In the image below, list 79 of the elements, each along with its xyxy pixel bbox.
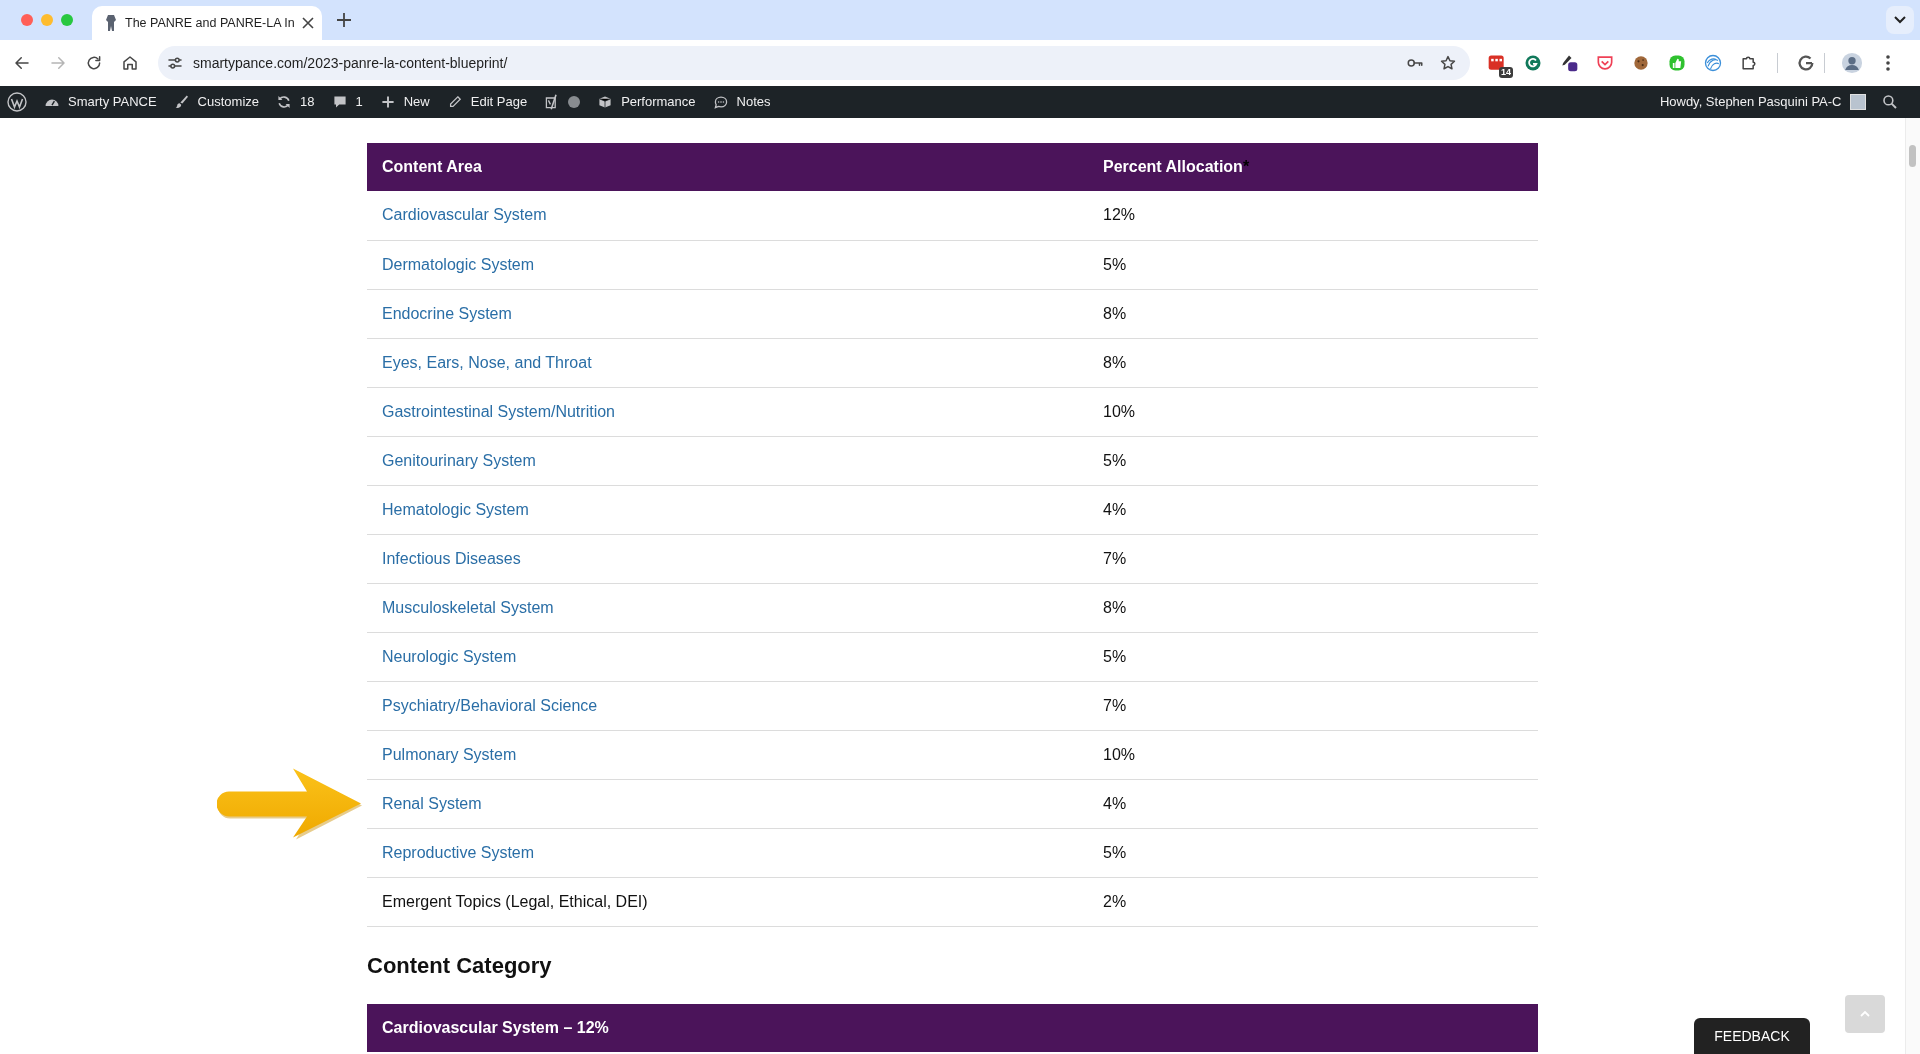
- notification-badge: 14: [1499, 67, 1513, 78]
- admin-bar-link[interactable]: 18: [267, 86, 323, 118]
- admin-bar-link[interactable]: 1: [323, 86, 372, 118]
- settings-sliders-icon[interactable]: [166, 54, 184, 72]
- table-cell: 2%: [1088, 877, 1538, 926]
- address-bar[interactable]: smartypance.com/2023-panre-la-content-blueprint/: [158, 46, 1470, 80]
- content-area-link[interactable]: Eyes, Ears, Nose, and Throat: [382, 353, 592, 371]
- status-dot-icon: [568, 96, 581, 108]
- table-cell: 7%: [1088, 681, 1538, 730]
- content-area-link[interactable]: Infectious Diseases: [382, 549, 521, 567]
- table-cell: 5%: [1088, 436, 1538, 485]
- home-icon[interactable]: [121, 54, 139, 72]
- content-area-link[interactable]: Pulmonary System: [382, 745, 517, 763]
- paintbrush-icon: [173, 94, 190, 110]
- tab-menu-button[interactable]: [1886, 6, 1914, 34]
- table-cell: 8%: [1088, 289, 1538, 338]
- table-cell: 5%: [1088, 632, 1538, 681]
- figure-icon: [104, 15, 118, 31]
- content-area-link[interactable]: Cardiovascular System: [382, 206, 547, 224]
- plus-icon[interactable]: [337, 13, 351, 27]
- circled-g-icon[interactable]: [1523, 53, 1543, 73]
- content-area-link[interactable]: Gastrointestinal System/Nutrition: [382, 402, 615, 420]
- admin-bar-link[interactable]: Edit Page: [438, 86, 536, 118]
- box-icon: [597, 94, 614, 110]
- table-cell: 5%: [1088, 240, 1538, 289]
- refresh-icon: [276, 94, 293, 110]
- table-cell: 8%: [1088, 583, 1538, 632]
- table-cell: 5%: [1088, 828, 1538, 877]
- chevron-down-icon: [1894, 16, 1906, 24]
- table-cell: 7%: [1088, 534, 1538, 583]
- close-icon[interactable]: [302, 17, 314, 29]
- admin-bar-link[interactable]: Notes: [704, 86, 779, 118]
- table-cell: Emergent Topics (Legal, Ethical, DEI): [367, 877, 1088, 926]
- reload-icon[interactable]: [85, 54, 103, 72]
- table-cell: 4%: [1088, 485, 1538, 534]
- chevron-up-icon: [1860, 1011, 1870, 1017]
- admin-bar-link[interactable]: New: [371, 86, 439, 118]
- content-area-link[interactable]: Dermatologic System: [382, 255, 535, 273]
- g-letter-icon[interactable]: [1797, 54, 1815, 72]
- more-menu-icon[interactable]: [1886, 55, 1890, 71]
- scrollbar-track[interactable]: [1905, 118, 1920, 1054]
- column-header: Content Area: [367, 143, 1088, 191]
- table-cell: 10%: [1088, 387, 1538, 436]
- content-area-link[interactable]: Endocrine System: [382, 304, 512, 322]
- browser-tab[interactable]: The PANRE and PANRE-LA In: [92, 6, 322, 40]
- content-area-link[interactable]: Hematologic System: [382, 500, 529, 518]
- plus-icon: [379, 94, 396, 110]
- content-area-link[interactable]: Genitourinary System: [382, 451, 536, 469]
- chevron-shield-icon[interactable]: [1595, 53, 1615, 73]
- cookie-icon[interactable]: [1631, 53, 1651, 73]
- admin-bar-link[interactable]: Customize: [165, 86, 268, 118]
- scrollbar-thumb[interactable]: [1909, 145, 1916, 167]
- feedback-button[interactable]: FEEDBACK: [1694, 1018, 1810, 1054]
- content-area-link[interactable]: Renal System: [382, 794, 482, 812]
- table-cell: 8%: [1088, 338, 1538, 387]
- table-cell: 4%: [1088, 779, 1538, 828]
- tab-title: The PANRE and PANRE-LA In: [125, 14, 295, 32]
- avatar-photo-placeholder: [1849, 94, 1866, 110]
- table-cell: 12%: [1088, 191, 1538, 240]
- content-area-link[interactable]: Psychiatry/Behavioral Science: [382, 696, 598, 714]
- circled-w-logo-icon[interactable]: [7, 92, 27, 112]
- content-area-link[interactable]: Reproductive System: [382, 843, 535, 861]
- search-icon[interactable]: [1882, 94, 1898, 110]
- content-area-link[interactable]: Musculoskeletal System: [382, 598, 554, 616]
- table-cell: 10%: [1088, 730, 1538, 779]
- table-header: Cardiovascular System – 12%: [367, 1003, 1538, 1052]
- admin-bar-link[interactable]: Performance: [588, 86, 705, 118]
- spiral-icon[interactable]: [1703, 53, 1723, 73]
- star-icon[interactable]: [1439, 54, 1457, 72]
- section-heading: Content Category: [367, 952, 553, 979]
- avatar-icon[interactable]: [1841, 52, 1863, 74]
- content-area-link[interactable]: Neurologic System: [382, 647, 517, 665]
- admin-bar-link[interactable]: Smarty PANCE: [35, 86, 166, 118]
- back-arrow-icon[interactable]: [13, 54, 31, 72]
- speech-bubble-icon: [331, 94, 348, 110]
- column-header: Percent Allocation*: [1088, 143, 1538, 191]
- account-menu-link[interactable]: Howdy, Stephen Pasquini PA-C: [1651, 86, 1874, 118]
- chat-bubble-icon: [712, 94, 729, 110]
- thumbs-up-icon[interactable]: [1667, 53, 1687, 73]
